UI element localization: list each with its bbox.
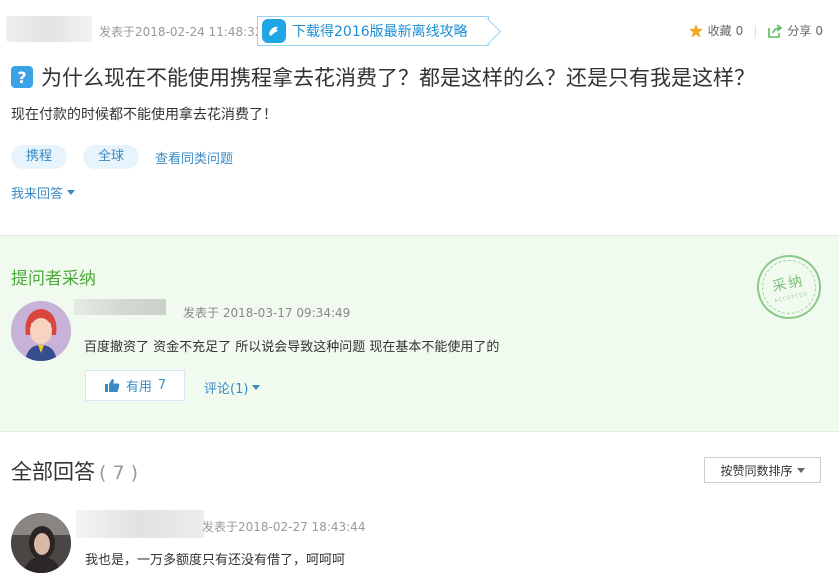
all-answers-title: 全部回答 xyxy=(11,460,95,484)
answer-time: 发表于2018-02-27 18:43:44 xyxy=(202,520,366,534)
question-post-time: 发表于2018-02-24 11:48:32 xyxy=(99,25,263,39)
chevron-down-icon xyxy=(796,467,805,473)
sort-label: 按赞同数排序 xyxy=(720,463,793,478)
tag-global[interactable]: 全球 xyxy=(83,145,140,169)
all-answers-count: ( 7 ) xyxy=(99,462,138,484)
chevron-down-icon xyxy=(67,190,76,195)
actions-divider: | xyxy=(753,23,758,38)
answer-me-label: 我来回答 xyxy=(11,187,64,202)
useful-button[interactable]: 有用 7 xyxy=(85,370,185,401)
dolphin-logo-icon xyxy=(262,19,286,43)
question-meta-bar: 发表于2018-02-24 11:48:32 下载得2016版最新离线攻略 收藏… xyxy=(0,14,839,48)
accepted-stamp: 采纳 ACCEPTED xyxy=(751,249,827,325)
download-guide-text: 下载得2016版最新离线攻略 xyxy=(292,24,468,40)
avatar[interactable] xyxy=(11,513,71,573)
share-label: 分享 xyxy=(787,24,812,38)
question-tags: 携程 全球 查看同类问题 xyxy=(11,145,233,169)
share-button[interactable]: 分享 0 xyxy=(767,22,823,39)
favorite-button[interactable]: 收藏 0 xyxy=(688,22,744,39)
all-answers-heading: 全部回答( 7 ) xyxy=(11,456,138,486)
chevron-down-icon xyxy=(252,385,261,390)
answer-me-dropdown[interactable]: 我来回答 xyxy=(11,183,76,202)
thumb-up-icon xyxy=(104,379,120,392)
accepted-answer-time: 发表于 2018-03-17 09:34:49 xyxy=(183,306,351,320)
question-description: 现在付款的时候都不能使用拿去花消费了！ xyxy=(11,107,277,123)
download-guide-banner[interactable]: 下载得2016版最新离线攻略 xyxy=(257,16,489,46)
accepted-answer-section: 提问者采纳 发表于 2018-03-17 09:34:49 百度撤资了 资金不充… xyxy=(0,235,839,432)
asker-name-blurred xyxy=(6,16,92,42)
favorite-label: 收藏 xyxy=(707,24,732,38)
answerer-name-blurred xyxy=(76,510,204,538)
question-actions: 收藏 0 | 分享 0 xyxy=(688,22,823,39)
avatar[interactable] xyxy=(11,301,71,361)
accepted-section-title: 提问者采纳 xyxy=(11,269,96,289)
answer-content: 我也是，一万多额度只有还没有借了，呵呵呵 xyxy=(85,553,346,568)
comment-label: 评论(1) xyxy=(204,382,249,397)
accepted-stamp-inner: 采纳 ACCEPTED xyxy=(756,254,822,320)
comment-dropdown[interactable]: 评论(1) xyxy=(204,378,261,397)
share-count: 0 xyxy=(815,23,823,38)
sort-dropdown[interactable]: 按赞同数排序 xyxy=(704,457,821,483)
question-heading: ? 为什么现在不能使用携程拿去花消费了？都是这样的么？还是只有我是这样？ xyxy=(11,62,755,92)
question-icon: ? xyxy=(11,66,33,88)
answerer-name-blurred xyxy=(74,299,166,315)
share-icon xyxy=(768,23,783,38)
accepted-answer-content: 百度撤资了 资金不充足了 所以说会导致这种问题 现在基本不能使用了的 xyxy=(84,340,500,355)
tag-ctrip[interactable]: 携程 xyxy=(11,145,68,169)
star-icon xyxy=(688,23,703,37)
useful-count: 7 xyxy=(157,378,167,393)
useful-label: 有用 xyxy=(125,380,152,395)
question-title: 为什么现在不能使用携程拿去花消费了？都是这样的么？还是只有我是这样？ xyxy=(41,66,755,90)
similar-questions-link[interactable]: 查看同类问题 xyxy=(155,148,233,167)
favorite-count: 0 xyxy=(735,23,744,38)
